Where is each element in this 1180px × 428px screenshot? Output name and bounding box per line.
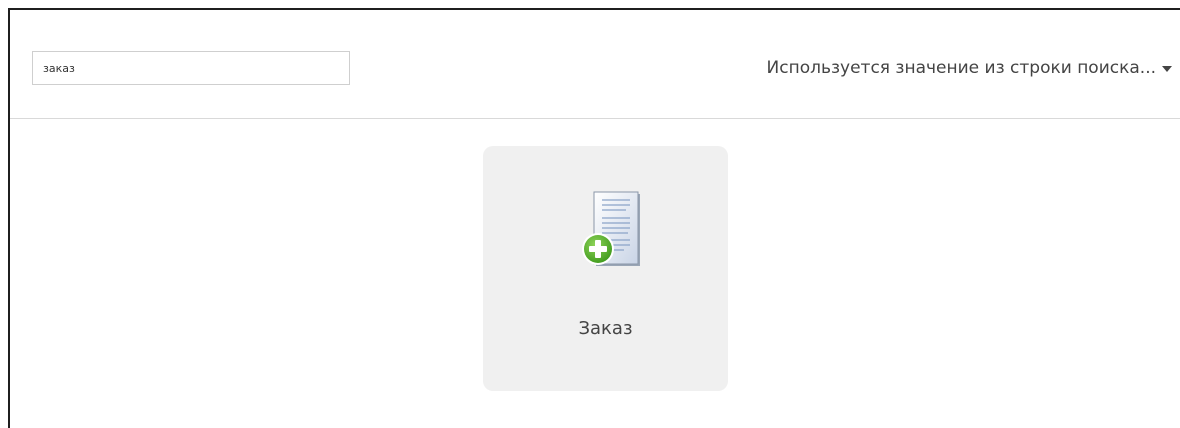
search-input[interactable] — [32, 51, 350, 85]
app-frame: Используется значение из строки поиска..… — [8, 8, 1180, 428]
result-tile-label: Заказ — [578, 318, 633, 339]
caret-down-icon — [1162, 66, 1172, 72]
result-tile-order[interactable]: Заказ — [483, 146, 728, 391]
document-add-icon — [582, 191, 640, 266]
search-mode-label: Используется значение из строки поиска..… — [766, 58, 1156, 78]
search-mode-dropdown[interactable]: Используется значение из строки поиска..… — [767, 56, 1172, 80]
header-divider — [10, 118, 1180, 119]
